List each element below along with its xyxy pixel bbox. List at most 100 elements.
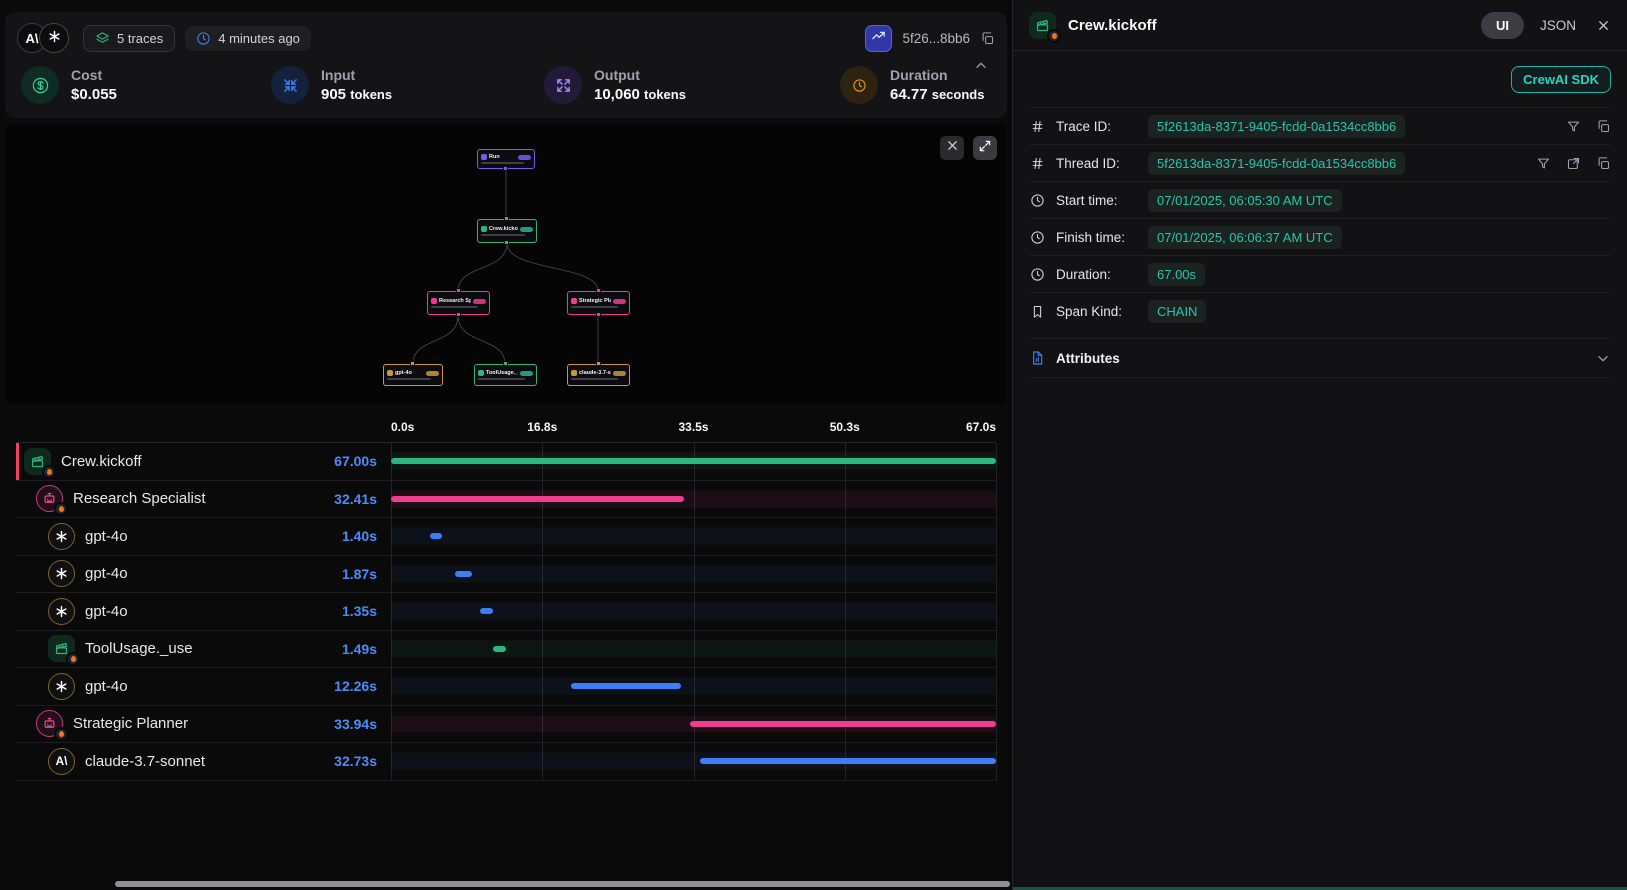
stat-label: Input (321, 67, 392, 83)
trace-summary-card: A\ 5 traces 4 minutes ago 5f26...8bb6 (5, 12, 1007, 118)
axis-tick-label: 33.5s (678, 420, 708, 434)
graph-node-badge (613, 371, 626, 376)
openai-icon (48, 523, 75, 550)
span-row[interactable]: A\ claude-3.7-sonnet 32.73s (16, 743, 996, 781)
timeline-axis: 0.0s16.8s33.5s50.3s67.0s (16, 414, 996, 442)
graph-node[interactable]: claude-3.7-sonnet (567, 364, 630, 386)
detail-field-value[interactable]: 5f2613da-8371-9405-fcdd-0a1534cc8bb6 (1148, 152, 1405, 175)
graph-node-badge (520, 227, 533, 232)
detail-field: Start time: 07/01/2025, 06:05:30 AM UTC (1029, 181, 1611, 218)
graph-node-handle (410, 361, 415, 366)
span-duration-bar[interactable] (430, 533, 443, 539)
trace-viewer-app: A\ 5 traces 4 minutes ago 5f26...8bb6 (0, 0, 1627, 890)
span-row[interactable]: gpt-4o 1.40s (16, 518, 996, 556)
stat-label: Duration (890, 67, 984, 83)
span-duration-bar[interactable] (480, 608, 492, 614)
clock-icon (1029, 193, 1045, 208)
crewai-sub-badge-icon (42, 465, 56, 479)
stat-value: $0.055 (71, 86, 117, 103)
close-graph-button[interactable] (940, 136, 964, 160)
trace-chart-chip[interactable] (865, 25, 892, 52)
span-duration-bar[interactable] (571, 683, 682, 689)
span-duration-bar[interactable] (391, 458, 996, 464)
span-row[interactable]: Strategic Planner 33.94s (16, 706, 996, 744)
axis-tick-label: 67.0s (966, 420, 996, 434)
stat-output: Output 10,060 tokens (544, 66, 840, 104)
axis-tick-label: 50.3s (830, 420, 860, 434)
close-panel-icon[interactable] (1596, 18, 1611, 33)
horizontal-scrollbar[interactable] (115, 881, 1010, 887)
axis-tick-label: 16.8s (527, 420, 557, 434)
graph-node[interactable]: gpt-4o (383, 364, 443, 386)
span-duration-bar[interactable] (493, 646, 506, 652)
span-duration-bar[interactable] (391, 496, 684, 502)
span-row-duration: 1.35s (342, 603, 391, 619)
span-row[interactable]: Research Specialist 32.41s (16, 481, 996, 519)
detail-field-value[interactable]: 67.00s (1148, 263, 1205, 286)
graph-node-badge (520, 371, 533, 376)
span-row-label: gpt-4o (85, 565, 128, 582)
crewai-sub-badge-icon (1047, 29, 1061, 43)
time-ago-badge: 4 minutes ago (185, 26, 311, 51)
chevron-up-icon[interactable] (973, 58, 989, 74)
filter-icon[interactable] (1536, 156, 1551, 171)
span-row-track[interactable] (391, 518, 996, 555)
span-duration-bar[interactable] (700, 758, 996, 764)
detail-field: Thread ID: 5f2613da-8371-9405-fcdd-0a153… (1029, 144, 1611, 181)
graph-node[interactable]: ToolUsage._use (474, 364, 537, 386)
tab-json[interactable]: JSON (1540, 18, 1576, 33)
span-row-track[interactable] (391, 593, 996, 630)
graph-node-handle (456, 288, 461, 293)
tab-ui[interactable]: UI (1481, 12, 1524, 39)
expand-graph-button[interactable] (973, 136, 997, 160)
stats-row: Cost $0.055 Input 905 tokens Output 10,0… (17, 56, 995, 104)
span-row-track[interactable] (391, 668, 996, 705)
detail-field-value[interactable]: 5f2613da-8371-9405-fcdd-0a1534cc8bb6 (1148, 115, 1405, 138)
copy-icon[interactable] (1596, 119, 1611, 134)
graph-node-label: Strategic Planner (579, 298, 611, 304)
span-row-track[interactable] (391, 743, 996, 780)
filter-icon[interactable] (1566, 119, 1581, 134)
stat-input: Input 905 tokens (271, 66, 544, 104)
span-duration-bar[interactable] (455, 571, 472, 577)
graph-node-label: Run (489, 154, 500, 160)
span-row-track[interactable] (391, 631, 996, 668)
hash-icon (1029, 119, 1045, 134)
span-row[interactable]: ToolUsage._use 1.49s (16, 631, 996, 669)
graph-node-icon (571, 370, 577, 376)
span-row-track[interactable] (391, 706, 996, 743)
span-row-duration: 32.41s (334, 491, 391, 507)
detail-field-value[interactable]: 07/01/2025, 06:06:37 AM UTC (1148, 226, 1342, 249)
attributes-section-toggle[interactable]: Attributes (1029, 338, 1611, 378)
crew-icon (24, 448, 51, 475)
detail-field-label: Span Kind: (1056, 304, 1137, 319)
span-row-duration: 32.73s (334, 753, 391, 769)
dollar-icon (21, 66, 59, 104)
copy-icon[interactable] (980, 31, 995, 46)
span-row-label: Crew.kickoff (61, 453, 142, 470)
external-icon[interactable] (1566, 156, 1581, 171)
span-row[interactable]: gpt-4o 1.35s (16, 593, 996, 631)
span-row[interactable]: Crew.kickoff 67.00s (16, 443, 996, 481)
span-row-track[interactable] (391, 481, 996, 518)
trace-graph-canvas[interactable]: Run Crew.kickoff Research Speciali... St… (5, 124, 1007, 404)
span-row-track[interactable] (391, 556, 996, 593)
openai-icon (48, 560, 75, 587)
crewai-sub-badge-icon (66, 652, 80, 666)
graph-node-label: ToolUsage._use (486, 370, 518, 376)
arrows-in-icon (271, 66, 309, 104)
stat-duration: Duration 64.77 seconds (840, 66, 995, 104)
stat-value: 10,060 tokens (594, 86, 686, 103)
detail-field-value[interactable]: 07/01/2025, 06:05:30 AM UTC (1148, 189, 1342, 212)
stat-cost: Cost $0.055 (21, 66, 271, 104)
span-row-label: ToolUsage._use (85, 640, 193, 657)
span-row[interactable]: gpt-4o 12.26s (16, 668, 996, 706)
span-row-track[interactable] (391, 443, 996, 480)
span-duration-bar[interactable] (690, 721, 996, 727)
copy-icon[interactable] (1596, 156, 1611, 171)
span-row[interactable]: gpt-4o 1.87s (16, 556, 996, 594)
graph-node-handle (504, 216, 509, 221)
clock-icon (1029, 230, 1045, 245)
graph-node-handle (503, 166, 508, 171)
detail-field-value[interactable]: CHAIN (1148, 300, 1206, 323)
